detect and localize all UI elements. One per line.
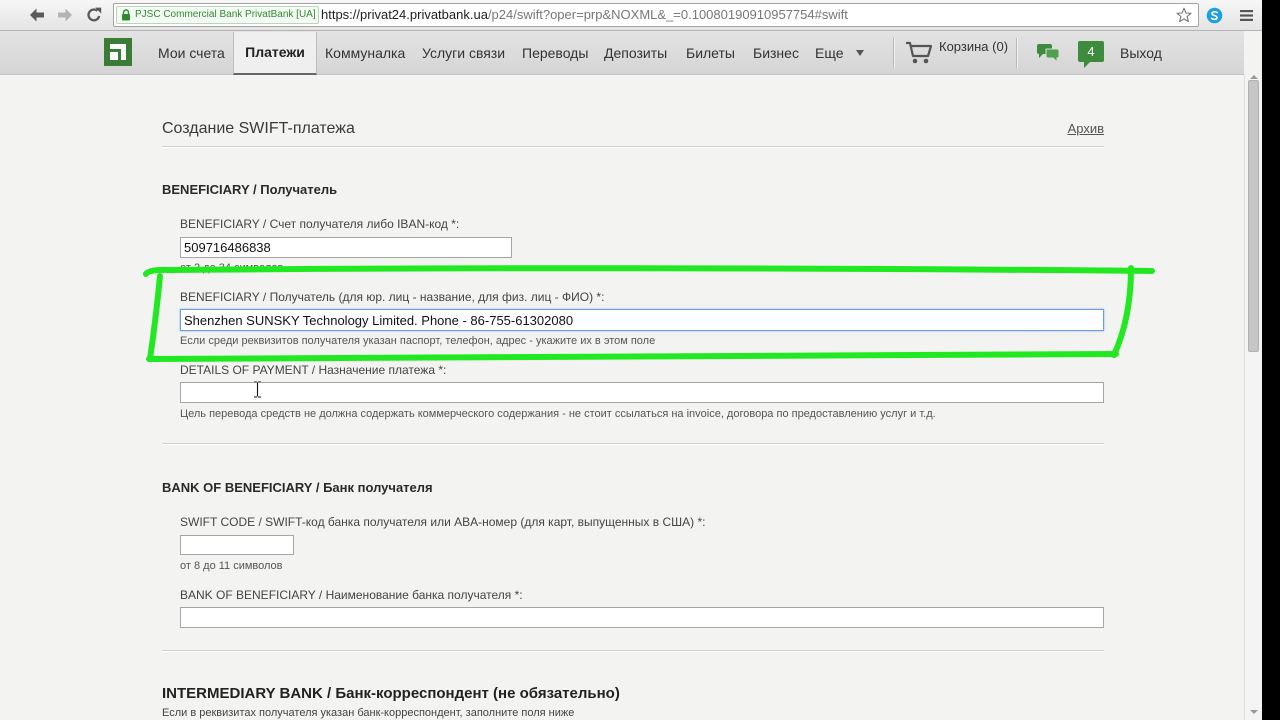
chat-icon[interactable] [1036,41,1060,63]
beneficiary-account-label: BENEFICIARY / Счет получателя либо IBAN-… [180,217,460,231]
screen: PJSC Commercial Bank PrivatBank [UA] htt… [0,0,1280,720]
scroll-up-arrow-icon[interactable] [1250,75,1258,79]
url-host: https://privat24.privatbank.ua [321,7,488,22]
section-heading-intermediary: INTERMEDIARY BANK / Банк-корреспондент (… [162,685,620,702]
nav-item-business[interactable]: Бизнес [753,31,799,75]
notifications-badge[interactable]: 4 [1078,41,1104,62]
browser-toolbar: PJSC Commercial Bank PrivatBank [UA] htt… [0,0,1262,31]
beneficiary-account-input[interactable] [180,237,512,258]
logout-link[interactable]: Выход [1120,31,1162,75]
lock-icon [122,9,130,21]
notifications-badge-tail [1084,62,1090,68]
skype-icon[interactable] [1206,7,1223,24]
archive-link[interactable]: Архив [1068,121,1104,137]
reload-icon[interactable] [85,6,103,24]
nav-separator [1016,38,1017,68]
beneficiary-account-hint: от 2 до 34 символов [180,262,284,274]
ev-certificate-name: PJSC Commercial Bank PrivatBank [UA] [135,9,316,20]
section-heading-bank: BANK OF BENEFICIARY / Банк получателя [162,480,433,495]
intermediary-note: Если в реквизитах получателя указан банк… [162,707,575,719]
chevron-down-icon[interactable] [855,49,865,57]
nav-item-utilities[interactable]: Коммуналка [325,31,405,75]
nav-item-tickets[interactable]: Билеты [686,31,735,75]
nav-item-deposits[interactable]: Депозиты [604,31,667,75]
star-icon[interactable] [1176,7,1192,23]
menu-icon[interactable] [1239,8,1254,23]
nav-item-payments[interactable]: Платежи [233,32,317,75]
site-nav: Мои счета Платежи Коммуналка Услуги связ… [0,31,1244,75]
cart-icon[interactable] [905,40,933,65]
divider [162,650,1104,652]
forward-arrow-icon[interactable] [56,6,74,24]
page-title: Создание SWIFT-платежа [162,120,355,137]
bank-name-label: BANK OF BENEFICIARY / Наименование банка… [180,588,523,602]
swift-code-hint: от 8 до 11 символов [180,560,283,572]
swift-code-input[interactable] [180,535,294,555]
section-heading-beneficiary: BENEFICIARY / Получатель [162,182,338,197]
nav-item-accounts[interactable]: Мои счета [158,31,225,75]
payment-details-input[interactable] [180,382,1104,403]
payment-details-label: DETAILS OF PAYMENT / Назначение платежа … [180,363,447,377]
vertical-scrollbar[interactable] [1244,75,1262,720]
annotation-stroke-right [1111,265,1134,358]
divider [162,443,1104,445]
divider [162,146,1104,148]
beneficiary-name-hint: Если среди реквизитов получателя указан … [180,335,656,347]
cart-label[interactable]: Корзина (0) [939,39,1008,55]
nav-separator [893,38,894,68]
beneficiary-name-label: BENEFICIARY / Получатель (для юр. лиц - … [180,290,605,304]
privatbank-logo-icon[interactable] [104,38,132,66]
payment-details-hint: Цель перевода средств не должна содержат… [180,408,936,420]
browser-window: PJSC Commercial Bank PrivatBank [UA] htt… [0,0,1262,720]
url-text[interactable]: https://privat24.privatbank.ua/p24/swift… [321,4,848,26]
scroll-down-arrow-icon[interactable] [1250,710,1258,714]
address-bar[interactable]: PJSC Commercial Bank PrivatBank [UA] htt… [113,3,1199,27]
back-arrow-icon[interactable] [28,6,46,24]
annotation-stroke-left [147,273,163,362]
text-cursor-icon [254,381,261,398]
nav-item-telecom[interactable]: Услуги связи [422,31,505,75]
swift-code-label: SWIFT CODE / SWIFT-код банка получателя … [180,515,706,529]
url-path: /p24/swift?oper=prp&NOXML&_=0.1008019091… [487,7,848,22]
annotation-stroke-top [143,265,1155,277]
nav-item-more[interactable]: Еще [815,31,844,75]
beneficiary-name-input[interactable] [180,309,1104,331]
bank-name-input[interactable] [180,607,1104,628]
ev-certificate-badge[interactable]: PJSC Commercial Bank PrivatBank [UA] [116,6,319,24]
nav-item-transfers[interactable]: Переводы [522,31,588,75]
scrollbar-thumb[interactable] [1248,80,1259,352]
annotation-stroke-bottom [146,351,1119,362]
